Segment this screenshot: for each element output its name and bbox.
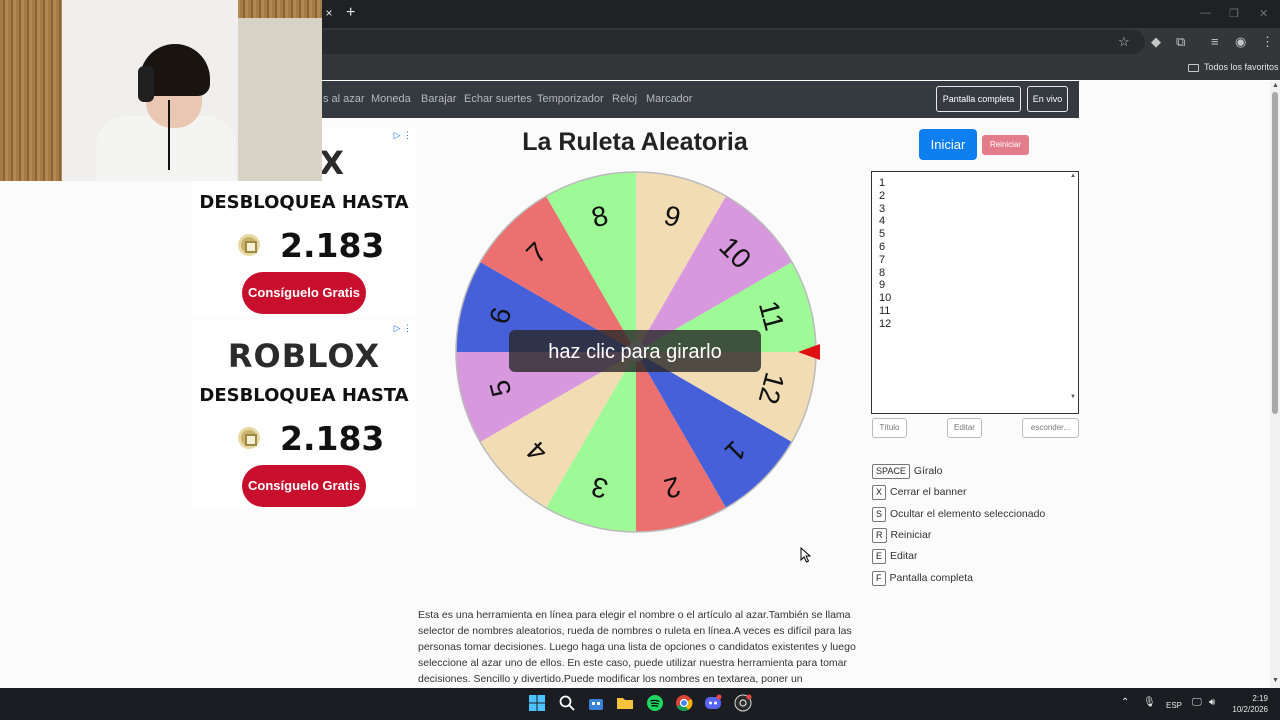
shortcut-label: Pantalla completa [889, 572, 973, 584]
windows-taskbar [0, 688, 1280, 720]
key-label: R [872, 527, 887, 543]
webcam-cable [168, 100, 170, 170]
robux-icon [238, 427, 260, 449]
all-bookmarks-folder[interactable]: Todos los favoritos [1188, 60, 1279, 74]
description-text: Esta es una herramienta en línea para el… [418, 609, 856, 685]
microphone-icon[interactable]: 🎙︎ [1143, 697, 1156, 708]
scrollbar-thumb[interactable] [1272, 92, 1278, 414]
webcam-overlay [0, 0, 322, 181]
edit-button[interactable]: Editar [947, 418, 982, 438]
clock-time[interactable]: 2:19 [1226, 694, 1268, 703]
file-explorer-icon[interactable] [616, 694, 634, 712]
store-icon[interactable] [587, 694, 605, 712]
all-bookmarks-label: Todos los favoritos [1204, 62, 1279, 72]
textarea-scroll-up-icon[interactable]: ▲ [1070, 173, 1076, 179]
key-label: S [872, 506, 887, 522]
tray-overflow-icon[interactable]: ⌃ [1121, 697, 1129, 708]
fullscreen-button[interactable]: Pantalla completa [936, 86, 1021, 112]
restore-icon[interactable]: ❐ [1229, 7, 1239, 20]
nav-link-shuffle[interactable]: Barajar [421, 93, 456, 106]
shortcut-r: R Reiniciar [872, 527, 931, 543]
shortcut-s: S Ocultar el elemento seleccionado [872, 506, 1045, 522]
close-window-icon[interactable]: ✕ [1259, 7, 1268, 20]
bookmark-star-icon[interactable]: ☆ [1118, 34, 1130, 50]
network-icon[interactable]: 🖵︎ [1192, 697, 1202, 708]
key-label: SPACE [872, 463, 910, 479]
spin-hint-text: haz clic para girarlo [548, 341, 721, 363]
spin-wheel[interactable]: 111212345678 910haz clic para girarlo [450, 166, 822, 538]
ad-headline: DESBLOQUEA HASTA [199, 385, 409, 406]
ad-cta-button[interactable]: Consíguelo Gratis [242, 465, 366, 507]
key-label: E [872, 548, 887, 564]
address-bar[interactable] [310, 30, 1145, 54]
spotify-icon[interactable] [646, 694, 664, 712]
profile-icon[interactable]: ◉ [1235, 34, 1246, 50]
search-icon[interactable] [558, 694, 576, 712]
nav-link-scoreboard[interactable]: Marcador [646, 93, 692, 106]
roblox-ad-bottom[interactable]: ▷ ⋮ ROBLOX DESBLOQUEA HASTA 2.183 Consíg… [192, 321, 416, 508]
shortcut-label: Gíralo [913, 465, 943, 477]
ad-amount: 2.183 [280, 226, 385, 265]
mouse-cursor-icon [800, 547, 812, 563]
shortcut-label: Reiniciar [890, 529, 932, 541]
key-label: X [872, 484, 887, 500]
chrome-icon[interactable] [675, 694, 693, 712]
extensions-puzzle-icon[interactable]: ⧉ [1176, 34, 1185, 50]
hide-button[interactable]: esconder... [1022, 418, 1079, 438]
volume-icon[interactable]: 🔊︎ [1209, 697, 1215, 708]
page-title: La Ruleta Aleatoria [522, 128, 748, 156]
title-button[interactable]: Título [872, 418, 907, 438]
shortcut-label: Editar [890, 550, 918, 562]
folder-icon [1188, 63, 1199, 72]
webcam-wall [238, 18, 322, 181]
language-indicator[interactable]: ESP [1166, 701, 1182, 710]
headphones-icon [138, 66, 154, 102]
new-tab-button[interactable]: + [346, 5, 355, 21]
nav-link-coin[interactable]: Moneda [371, 93, 411, 106]
extension-icon[interactable]: ◆ [1151, 34, 1161, 50]
screen: { "browser": { "new_tab": "+", "tab_clos… [0, 0, 1280, 720]
ad-headline: DESBLOQUEA HASTA [199, 192, 409, 213]
ad-amount: 2.183 [280, 419, 385, 458]
scroll-down-icon[interactable]: ▼ [1272, 677, 1279, 684]
tab-close-icon[interactable]: × [322, 6, 336, 20]
ad-choices-icon[interactable]: ▷ ⋮ [394, 130, 412, 141]
minimize-icon[interactable]: — [1200, 7, 1211, 19]
discord-icon[interactable] [704, 694, 722, 712]
shortcut-e: E Editar [872, 548, 917, 564]
reset-button[interactable]: Reiniciar [982, 135, 1029, 155]
key-label: F [872, 570, 886, 586]
menu-kebab-icon[interactable]: ⋮ [1261, 34, 1274, 50]
shortcut-space: SPACE Gíralo [872, 463, 942, 479]
nav-link-random[interactable]: s al azar [323, 93, 365, 106]
start-button[interactable]: Iniciar [919, 129, 977, 160]
nav-link-lots[interactable]: Echar suertes [464, 93, 532, 106]
scroll-up-icon[interactable]: ▲ [1272, 82, 1279, 89]
robux-icon [238, 234, 260, 256]
shortcut-x: X Cerrar el banner [872, 484, 966, 500]
shortcut-label: Cerrar el banner [890, 486, 967, 498]
entries-textarea[interactable]: 1 2 3 4 5 6 7 8 9 10 11 12 [871, 171, 1079, 414]
textarea-scroll-down-icon[interactable]: ▼ [1070, 394, 1076, 400]
windows-start-icon[interactable] [528, 694, 546, 712]
obs-icon[interactable] [734, 694, 752, 712]
ad-brand-logo: ROBLOX [227, 337, 381, 375]
nav-link-clock[interactable]: Reloj [612, 93, 637, 106]
ad-cta-button[interactable]: Consíguelo Gratis [242, 272, 366, 314]
clock-date[interactable]: 10/2/2026 [1226, 705, 1268, 714]
shortcut-f: F Pantalla completa [872, 570, 973, 586]
nav-link-timer[interactable]: Temporizador [537, 93, 604, 106]
media-control-icon[interactable]: ≡ [1211, 34, 1219, 50]
live-button[interactable]: En vivo [1027, 86, 1068, 112]
ad-choices-icon[interactable]: ▷ ⋮ [394, 323, 412, 334]
shortcut-label: Ocultar el elemento seleccionado [890, 508, 1046, 520]
